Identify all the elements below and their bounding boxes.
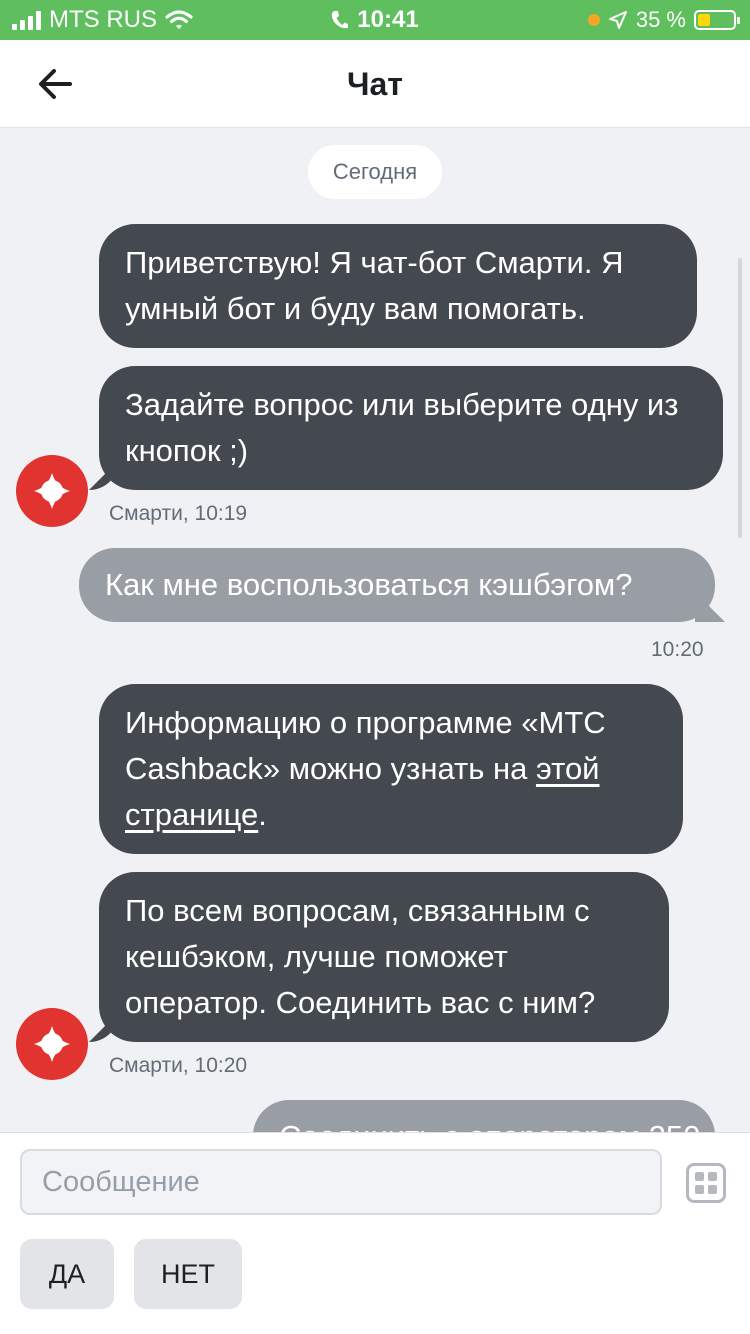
bot-message: По всем вопросам, связанным с кешбэком, … bbox=[99, 872, 669, 1042]
message-text-end: . bbox=[258, 797, 267, 832]
composer-panel: ДА НЕТ bbox=[0, 1132, 750, 1334]
message-text: Задайте вопрос или выберите одну из кноп… bbox=[125, 387, 679, 468]
location-arrow-icon bbox=[608, 11, 627, 29]
message-timestamp: Смарти, 10:20 bbox=[109, 1054, 248, 1077]
message-text: Информацию о программе «МТС Cashback» мо… bbox=[125, 705, 606, 786]
app-header: Чат bbox=[0, 40, 750, 128]
message-text: Приветствую! Я чат-бот Смарти. Я умный б… bbox=[125, 245, 624, 326]
phone-call-icon bbox=[332, 11, 349, 29]
battery-icon bbox=[694, 10, 740, 30]
date-separator: Сегодня bbox=[308, 145, 442, 199]
user-message: Как мне воспользоваться кэшбэгом? bbox=[79, 548, 715, 622]
message-text: Соединить с оператором 250 bbox=[279, 1119, 700, 1132]
user-message: Соединить с оператором 250 bbox=[253, 1100, 715, 1132]
chat-scrollbar[interactable] bbox=[738, 258, 742, 538]
page-title: Чат bbox=[347, 66, 403, 102]
privacy-indicator-icon bbox=[587, 14, 600, 26]
chat-history[interactable]: Сегодня Приветствую! Я чат-бот Смарти. Я… bbox=[0, 128, 750, 1132]
smarty-logo-icon bbox=[34, 1026, 70, 1062]
keyboard-grid-icon[interactable] bbox=[686, 1163, 726, 1203]
clock: 10:41 bbox=[357, 6, 419, 33]
quick-reply-yes[interactable]: ДА bbox=[20, 1239, 114, 1309]
bot-message: Приветствую! Я чат-бот Смарти. Я умный б… bbox=[99, 224, 697, 348]
smarty-logo-icon bbox=[34, 473, 70, 509]
message-input[interactable] bbox=[20, 1149, 662, 1215]
message-text: Как мне воспользоваться кэшбэгом? bbox=[105, 567, 633, 602]
bot-message: Информацию о программе «МТС Cashback» мо… bbox=[99, 684, 683, 854]
message-timestamp: Смарти, 10:19 bbox=[109, 502, 248, 525]
message-text: По всем вопросам, связанным с кешбэком, … bbox=[125, 893, 596, 1020]
quick-reply-no[interactable]: НЕТ bbox=[134, 1239, 242, 1309]
status-bar: MTS RUS 10:41 35 % bbox=[0, 0, 750, 40]
bot-avatar bbox=[16, 1008, 88, 1080]
message-timestamp: 10:20 bbox=[651, 638, 704, 661]
bot-avatar bbox=[16, 455, 88, 527]
bot-message: Задайте вопрос или выберите одну из кноп… bbox=[99, 366, 723, 490]
battery-percent: 35 % bbox=[635, 7, 686, 32]
